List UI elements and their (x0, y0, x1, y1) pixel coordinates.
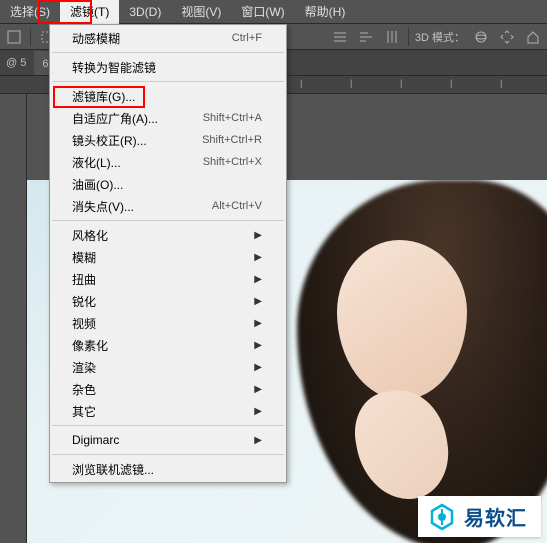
menu-view[interactable]: 视图(V) (171, 0, 231, 24)
zoom-level: @ 5 (6, 57, 26, 69)
menu-motion-blur[interactable]: 动感模糊Ctrl+F (50, 27, 286, 49)
align-icon[interactable] (356, 27, 376, 47)
portrait-image (267, 180, 547, 543)
menu-vanishing-point[interactable]: 消失点(V)...Alt+Ctrl+V (50, 195, 286, 217)
menu-filter-gallery[interactable]: 滤镜库(G)... (50, 85, 286, 107)
align-icon[interactable] (330, 27, 350, 47)
ruler-vertical (0, 94, 27, 543)
menu-select[interactable]: 选择(S) (0, 0, 60, 24)
menu-browse-online-filters[interactable]: 浏览联机滤镜... (50, 458, 286, 480)
menu-render[interactable]: 渲染▶ (50, 356, 286, 378)
menu-stylize[interactable]: 风格化▶ (50, 224, 286, 246)
watermark: 易软汇 (418, 496, 541, 537)
menu-oil-paint[interactable]: 油画(O)... (50, 173, 286, 195)
menu-liquify[interactable]: 液化(L)...Shift+Ctrl+X (50, 151, 286, 173)
menu-video[interactable]: 视频▶ (50, 312, 286, 334)
menu-blur[interactable]: 模糊▶ (50, 246, 286, 268)
menu-distort[interactable]: 扭曲▶ (50, 268, 286, 290)
menu-noise[interactable]: 杂色▶ (50, 378, 286, 400)
menu-help[interactable]: 帮助(H) (295, 0, 356, 24)
menu-bar: 选择(S) 滤镜(T) 3D(D) 视图(V) 窗口(W) 帮助(H) (0, 0, 547, 24)
menu-window[interactable]: 窗口(W) (231, 0, 294, 24)
menu-digimarc[interactable]: Digimarc▶ (50, 429, 286, 451)
watermark-logo-icon (428, 503, 456, 531)
watermark-text: 易软汇 (464, 502, 527, 531)
align-icon[interactable] (382, 27, 402, 47)
home-icon[interactable] (523, 27, 543, 47)
menu-other[interactable]: 其它▶ (50, 400, 286, 422)
menu-pixelate[interactable]: 像素化▶ (50, 334, 286, 356)
menu-filter[interactable]: 滤镜(T) (60, 0, 119, 24)
menu-convert-smart-filter[interactable]: 转换为智能滤镜 (50, 56, 286, 78)
orbit-icon[interactable] (471, 27, 491, 47)
menu-lens-correction[interactable]: 镜头校正(R)...Shift+Ctrl+R (50, 129, 286, 151)
tool-icon[interactable] (4, 27, 24, 47)
mode-label: 3D 模式： (415, 29, 465, 45)
menu-sharpen[interactable]: 锐化▶ (50, 290, 286, 312)
filter-menu-dropdown: 动感模糊Ctrl+F 转换为智能滤镜 滤镜库(G)... 自适应广角(A)...… (49, 24, 287, 483)
menu-adaptive-wide-angle[interactable]: 自适应广角(A)...Shift+Ctrl+A (50, 107, 286, 129)
pan-icon[interactable] (497, 27, 517, 47)
menu-3d[interactable]: 3D(D) (119, 1, 171, 23)
